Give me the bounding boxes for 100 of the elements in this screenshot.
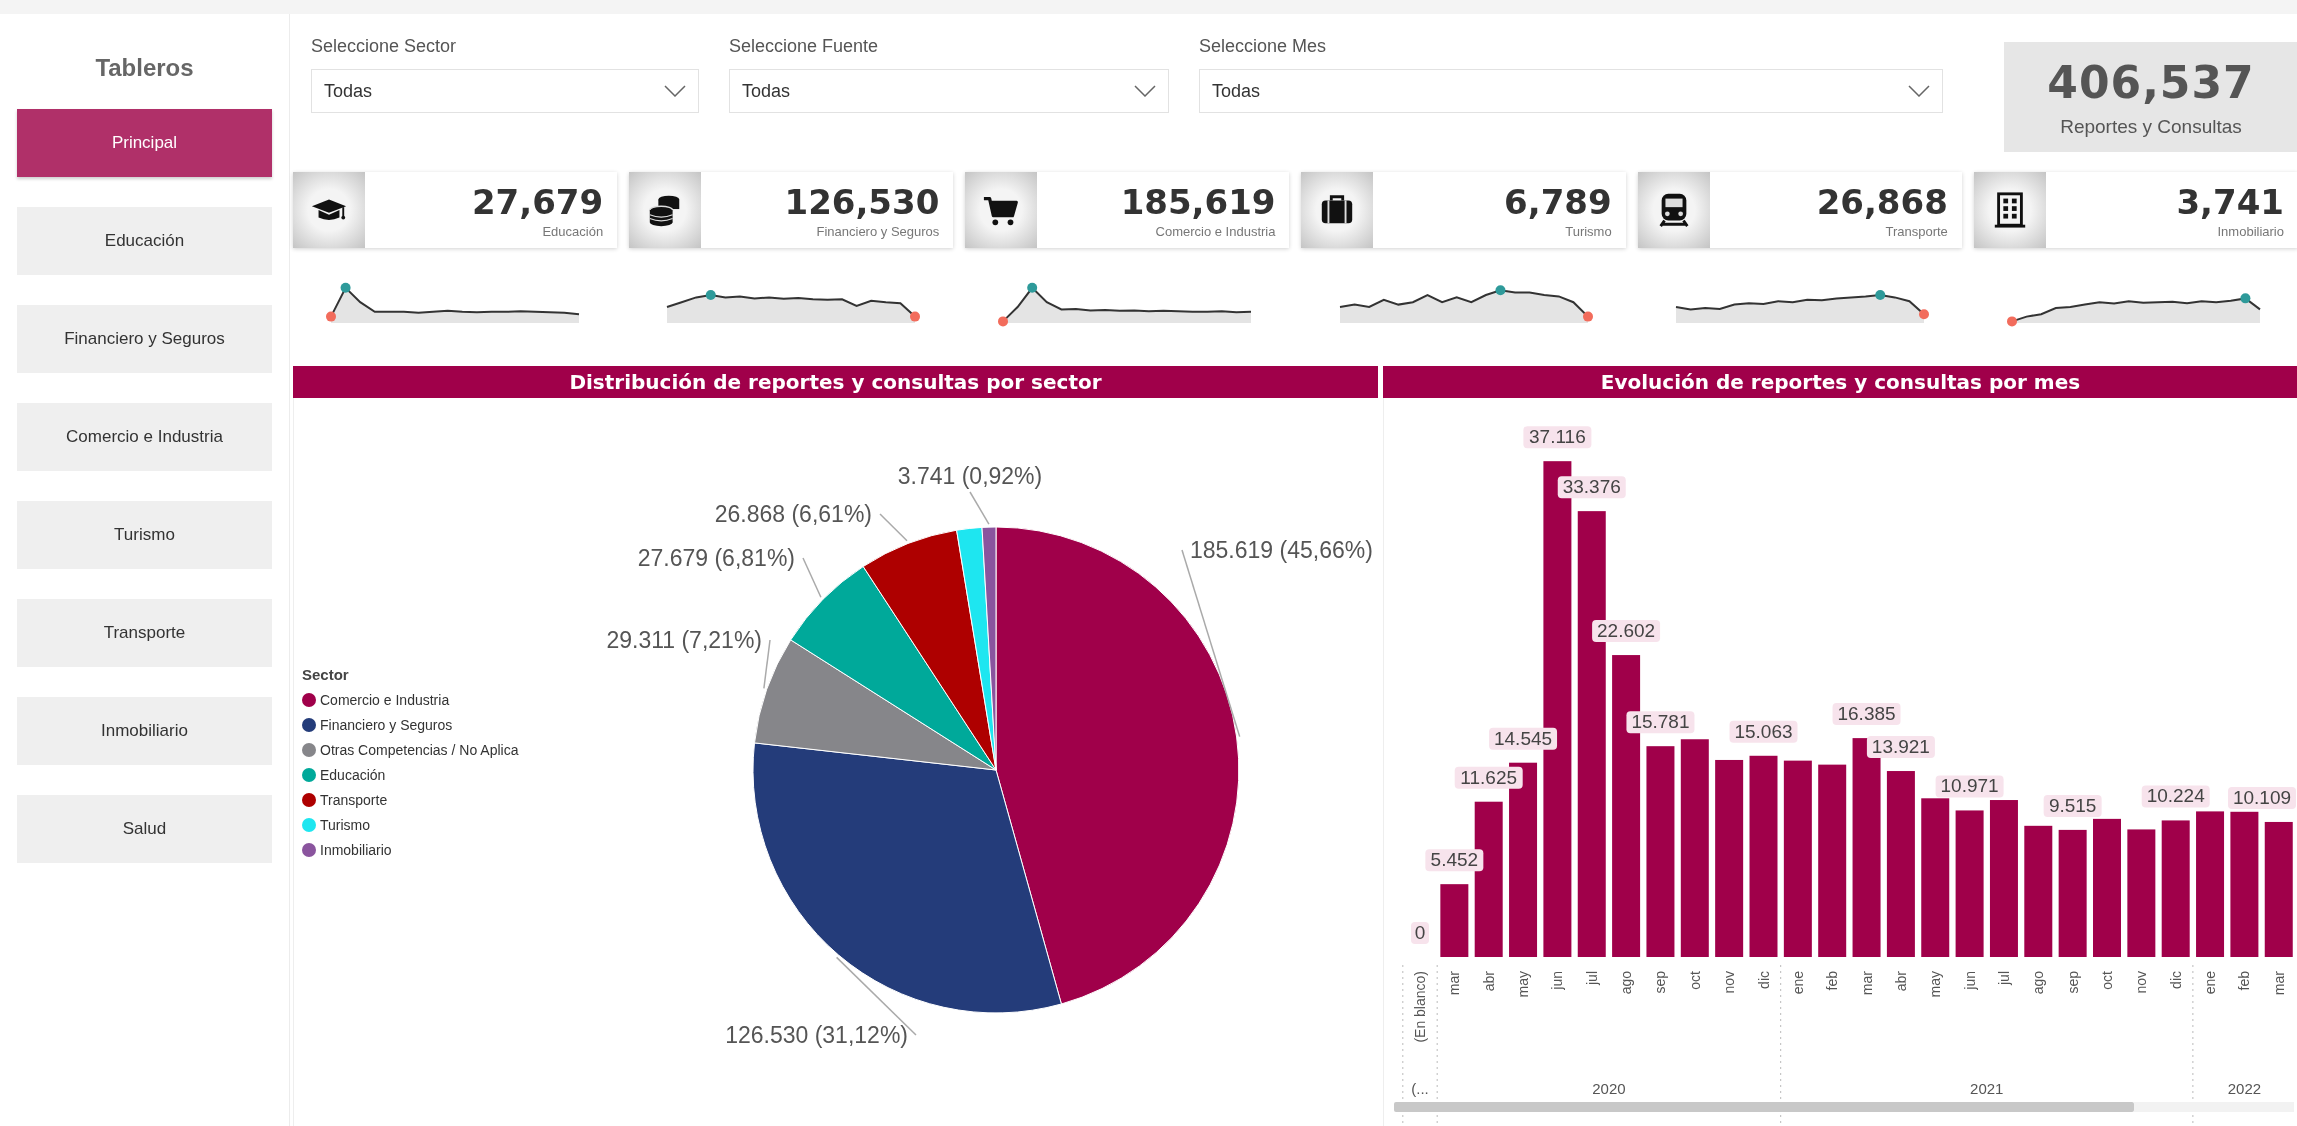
axis-label: ene — [2202, 971, 2219, 995]
axis-label: mar — [2270, 971, 2287, 996]
sidebar-item[interactable]: Comercio e Industria — [17, 403, 272, 471]
axis-label: sep — [2064, 971, 2081, 994]
axis-label: nov — [2133, 971, 2150, 994]
data-label: 11.625 — [1454, 766, 1523, 789]
axis-label: ago — [2030, 971, 2047, 995]
legend-label: Comercio e Industria — [320, 692, 450, 708]
data-label: 10.224 — [2146, 785, 2206, 807]
axis-label: mar — [1446, 971, 1463, 996]
kpi-value: 26,868 — [1816, 181, 1948, 222]
sidebar-item[interactable]: Transporte — [17, 599, 272, 667]
kpi-label: Inmobiliario — [2217, 223, 2284, 239]
data-label: 33.376 — [1562, 476, 1621, 498]
axis-label: abr — [1892, 971, 1909, 992]
chevron-down-icon — [664, 85, 686, 97]
leader-line — [969, 491, 990, 525]
filter-dropdown[interactable]: Todas — [729, 69, 1169, 113]
chart-title: Evolución de reportes y consultas por mes — [1383, 366, 2297, 398]
data-label: 27.679 (6,81%) — [637, 545, 795, 571]
kpi-value: 126,530 — [784, 181, 940, 222]
axis-label: mar — [1858, 971, 1875, 996]
axis-label: ago — [1618, 971, 1635, 995]
data-label: 33.376 — [1557, 476, 1626, 499]
total-value: 406,537 — [2047, 56, 2255, 108]
data-label: 26.868 (6,61%) — [714, 501, 872, 527]
chevron-down-icon — [1134, 85, 1156, 97]
data-label: 9.515 — [2043, 794, 2102, 817]
kpi-label: Financiero y Seguros — [816, 223, 940, 239]
data-label: 15.063 — [1729, 720, 1798, 743]
filter-dropdown[interactable]: Todas — [311, 69, 699, 113]
kpi-value: 6,789 — [1504, 181, 1612, 222]
legend-title: Sector — [302, 666, 350, 683]
kpi-value: 27,679 — [471, 181, 604, 222]
axis-label: may — [1927, 971, 1944, 998]
data-label: 126.530 (31,12%) — [725, 1022, 908, 1048]
legend-label: Transporte — [320, 792, 388, 808]
sidebar-item[interactable]: Turismo — [17, 501, 272, 569]
legend-label: Educación — [320, 767, 386, 783]
sidebar-item[interactable]: Financiero y Seguros — [17, 305, 272, 373]
sidebar-item[interactable]: Educación — [17, 207, 272, 275]
data-label: 37.116 — [1529, 426, 1586, 448]
legend-label: Otras Competencias / No Aplica — [320, 742, 519, 758]
axis-label: oct — [1686, 971, 1703, 990]
legend-label: Inmobiliario — [320, 842, 392, 858]
data-label: 14.545 — [1489, 727, 1558, 750]
data-label: 10.109 — [2228, 786, 2296, 809]
total-label: Reportes y Consultas — [2060, 115, 2242, 138]
kpi-label: Transporte — [1885, 223, 1948, 239]
data-label: 15.063 — [1734, 720, 1793, 742]
data-label: 9.515 — [2048, 794, 2097, 816]
axis-label: feb — [2236, 971, 2253, 991]
axis-label: feb — [1824, 971, 1841, 991]
data-label: 13.921 — [1866, 736, 1935, 759]
axis-label: jun — [1549, 971, 1566, 990]
axis-label: jul — [1583, 971, 1600, 985]
data-label: 14.545 — [1493, 727, 1553, 749]
legend-label: Turismo — [320, 817, 371, 833]
year-label: 2022 — [2227, 1080, 2262, 1097]
leader-line — [802, 557, 822, 598]
axis-label: (En blanco) — [1412, 971, 1428, 1043]
sidebar-item[interactable]: Principal — [17, 109, 272, 177]
axis-label: dic — [2167, 971, 2184, 989]
axis-label: ene — [1789, 971, 1806, 995]
data-label: 5.452 — [1430, 849, 1479, 871]
data-label: 29.311 (7,21%) — [606, 627, 762, 653]
axis-label: sep — [1652, 971, 1669, 994]
axis-label: dic — [1755, 971, 1772, 989]
axis-label: oct — [2099, 971, 2115, 990]
sidebar-item[interactable]: Inmobiliario — [17, 697, 272, 765]
filter-label: Seleccione Mes — [1199, 36, 1328, 57]
scrollbar-thumb[interactable] — [1394, 1102, 2134, 1112]
data-label: 16.385 — [1832, 703, 1901, 726]
data-label: 22.602 — [1597, 620, 1656, 642]
chart-title: Distribución de reportes y consultas por sector — [293, 366, 1378, 398]
data-label: 185.619 (45,66%) — [1190, 537, 1373, 563]
filter-label: Seleccione Sector — [311, 36, 458, 57]
data-label: 3.741 (0,92%) — [897, 463, 1043, 489]
axis-label: jul — [1995, 971, 2012, 985]
axis-label: jun — [1961, 971, 1978, 990]
axis-label: may — [1515, 971, 1532, 998]
data-label: 16.385 — [1837, 703, 1896, 725]
data-label: 0 — [1411, 922, 1429, 944]
kpi-value: 185,619 — [1120, 181, 1276, 222]
kpi-value: 3,741 — [2176, 181, 2284, 222]
data-label: 11.625 — [1460, 766, 1518, 788]
legend-label: Financiero y Seguros — [320, 717, 453, 733]
filter-label: Seleccione Fuente — [729, 36, 880, 57]
year-label: 2021 — [1970, 1080, 2004, 1097]
data-label: 10.224 — [2141, 785, 2210, 808]
kpi-label: Turismo — [1565, 223, 1612, 239]
chevron-down-icon — [1908, 85, 1930, 97]
sidebar-title: Tableros — [95, 54, 194, 83]
year-label: 2020 — [1592, 1080, 1626, 1097]
leader-line — [879, 513, 908, 542]
data-label: 37.116 — [1523, 426, 1592, 449]
data-label: 5.452 — [1425, 849, 1484, 872]
sidebar-item[interactable]: Salud — [17, 795, 272, 863]
filter-dropdown[interactable]: Todas — [1199, 69, 1943, 113]
axis-label: abr — [1480, 971, 1497, 992]
